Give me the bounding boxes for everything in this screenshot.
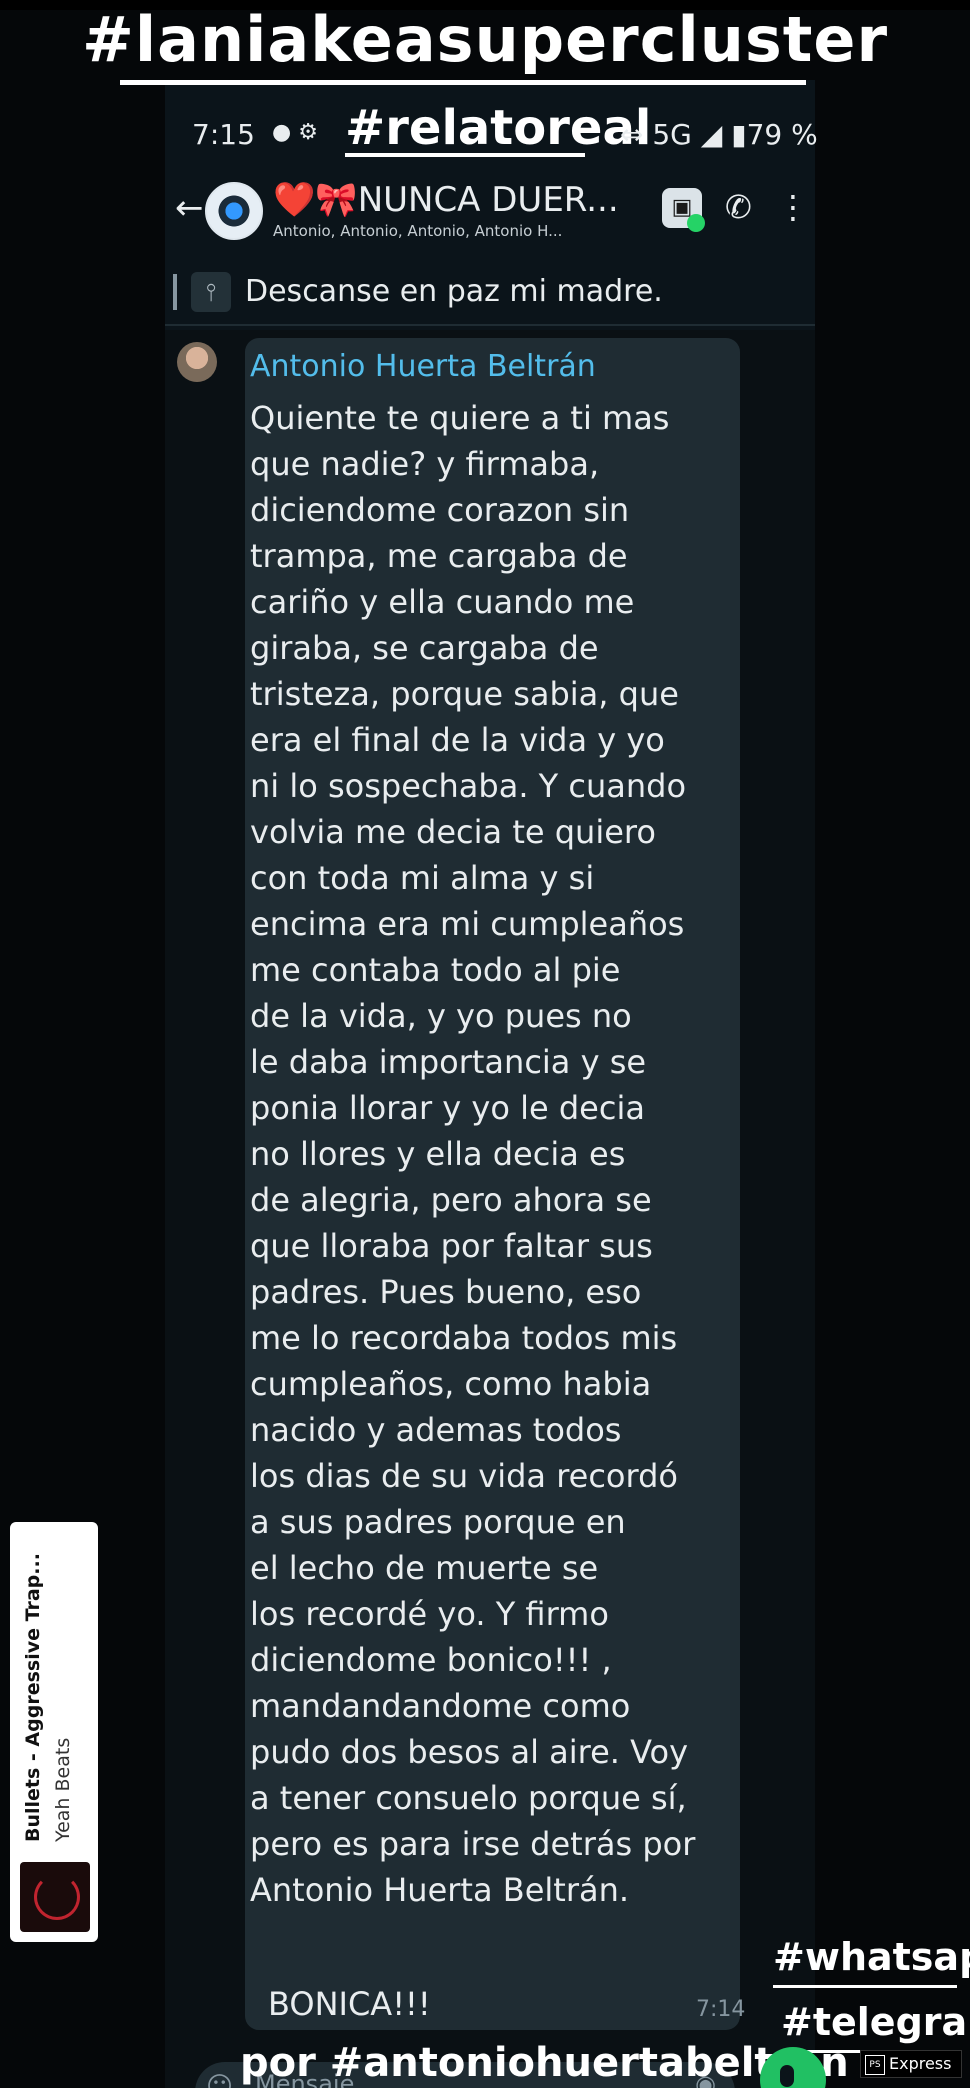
music-title: Bullets - Aggressive Trap... [22,1553,44,1842]
overlay-hashtag-author: por #antoniohuertabeltran [240,2040,849,2086]
mic-icon [780,2065,794,2087]
sender-avatar[interactable] [177,342,217,382]
add-call-icon[interactable]: ✆ [725,188,752,226]
heart-emoji: ❤️ [273,180,316,220]
title-underline [120,80,806,85]
emoji-icon[interactable]: ☺ [206,2072,233,2088]
group-name[interactable]: ❤️🎀NUNCA DUER... [273,180,619,220]
screen: #laniakeasupercluster 7:15 ● ⚙ #relatore… [0,0,970,2088]
whatsapp-underline [773,1985,957,1988]
status-system-icons: ⇔ 5G ◢ ▮79 % [620,118,818,151]
more-options-icon[interactable]: ⋮ [777,188,809,226]
chat-header: ← ❤️🎀NUNCA DUER... Antonio, Antonio, Ant… [165,170,815,250]
message-sender-name[interactable]: Antonio Huerta Beltrán [250,349,596,384]
pinned-message-text: Descanse en paz mi madre. [245,274,663,309]
video-call-status-dot [687,214,705,232]
overlay-hashtag-title: #laniakeasupercluster [81,3,889,76]
ps-express-label: Express [889,2054,952,2073]
ps-express-watermark: PS Express [860,2050,962,2078]
overlay-hashtag-relatoreal: #relatoreal [345,100,652,156]
overlay-hashtag-whatsapp: #whatsapp [773,1935,970,1979]
message-signoff: BONICA!!! [268,1985,431,2023]
group-name-text: NUNCA DUER... [357,180,619,220]
ps-logo: PS [865,2054,885,2075]
music-sticker-text: Bullets - Aggressive Trap... Yeah Beats [18,1512,88,1842]
bow-emoji: 🎀 [315,180,358,220]
status-time: 7:15 [192,118,255,151]
pinned-indicator [173,274,177,310]
overlay-hashtag-telegram: #telegram [781,2000,970,2044]
message-timestamp: 7:14 [696,1997,746,2022]
tag-underline [345,153,585,157]
group-members[interactable]: Antonio, Antonio, Antonio, Antonio H... [273,222,562,240]
group-avatar[interactable] [205,182,263,240]
back-arrow-icon[interactable]: ← [175,188,204,228]
message-text: Quiente te quiere a ti mas que nadie? y … [250,399,696,1909]
pin-icon: ⫯ [191,272,231,312]
album-art-ring [34,1874,80,1920]
status-notification-icons: ● ⚙ [272,120,318,145]
album-art [20,1862,90,1932]
music-artist: Yeah Beats [52,1737,74,1842]
pinned-message[interactable]: ⫯ Descanse en paz mi madre. [165,262,815,326]
